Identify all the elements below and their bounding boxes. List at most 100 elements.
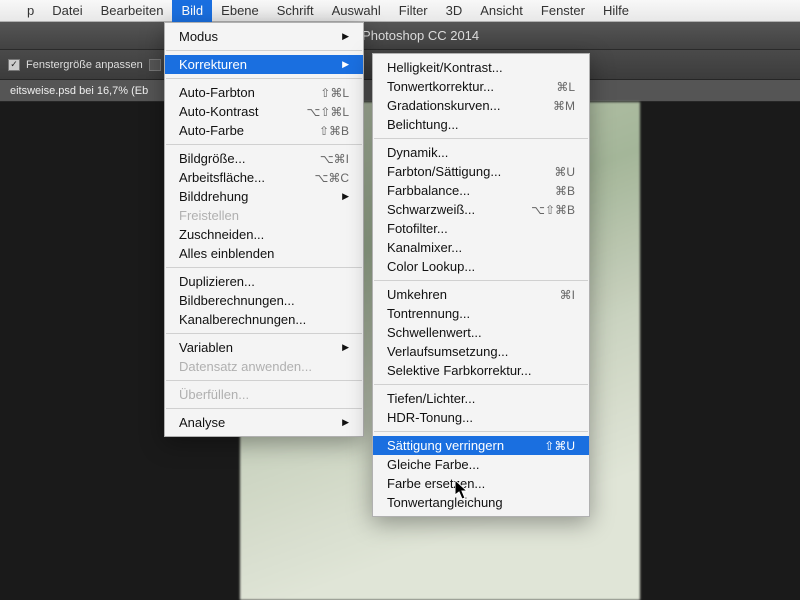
menubar-item-auswahl[interactable]: Auswahl — [323, 0, 390, 22]
menu-item-label: Variablen — [179, 340, 233, 355]
menu-bild-item[interactable]: Duplizieren... — [165, 272, 363, 291]
submenu-korrekturen-item[interactable]: Gleiche Farbe... — [373, 455, 589, 474]
menu-item-label: Farbbalance... — [387, 183, 470, 198]
menu-item-shortcut: ⇧⌘U — [544, 439, 575, 453]
menu-bild-item[interactable]: Kanalberechnungen... — [165, 310, 363, 329]
menu-item-label: Tonwertkorrektur... — [387, 79, 494, 94]
menu-item-shortcut: ⌥⇧⌘B — [531, 203, 575, 217]
submenu-korrekturen-separator — [374, 431, 588, 432]
submenu-korrekturen-item[interactable]: Kanalmixer... — [373, 238, 589, 257]
submenu-korrekturen-item[interactable]: Farbton/Sättigung... ⌘U — [373, 162, 589, 181]
menu-item-label: Korrekturen — [179, 57, 247, 72]
menubar-item-schrift[interactable]: Schrift — [268, 0, 323, 22]
menu-item-label: Sättigung verringern — [387, 438, 504, 453]
submenu-korrekturen-item[interactable]: Verlaufsumsetzung... — [373, 342, 589, 361]
document-tab-label: eitsweise.psd bei 16,7% (Eb — [10, 85, 148, 97]
submenu-korrekturen-item[interactable]: Sättigung verringern ⇧⌘U — [373, 436, 589, 455]
menu-bild-item: Datensatz anwenden... — [165, 357, 363, 376]
menu-bild-item[interactable]: Auto-Kontrast⌥⇧⌘L — [165, 102, 363, 121]
menu-item-label: Farbton/Sättigung... — [387, 164, 501, 179]
menu-bild-item: Freistellen — [165, 206, 363, 225]
menu-item-shortcut: ⌘U — [554, 165, 575, 179]
menubar-item-ansicht[interactable]: Ansicht — [471, 0, 532, 22]
submenu-korrekturen-item[interactable]: Farbbalance...⌘B — [373, 181, 589, 200]
menu-item-label: Zuschneiden... — [179, 227, 264, 242]
submenu-korrekturen-item[interactable]: Belichtung... — [373, 115, 589, 134]
menubar-item-datei[interactable]: Datei — [43, 0, 91, 22]
menu-item-label: Modus — [179, 29, 218, 44]
menu-item-label: Analyse — [179, 415, 225, 430]
menubar-item-fenster[interactable]: Fenster — [532, 0, 594, 22]
menubar-item-bild[interactable]: Bild — [172, 0, 212, 22]
menu-item-label: Belichtung... — [387, 117, 459, 132]
menu-bild-item[interactable]: Alles einblenden — [165, 244, 363, 263]
menu-bild-item[interactable]: Auto-Farbe⇧⌘B — [165, 121, 363, 140]
menubar-item-ebene[interactable]: Ebene — [212, 0, 268, 22]
menu-item-label: Überfüllen... — [179, 387, 249, 402]
submenu-korrekturen-item[interactable]: Schwellenwert... — [373, 323, 589, 342]
menu-bild-item[interactable]: Bilddrehung — [165, 187, 363, 206]
submenu-korrekturen-item[interactable]: Farbe ersetzen... — [373, 474, 589, 493]
menu-item-shortcut: ⌘M — [553, 99, 575, 113]
app-menu-fragment[interactable]: p — [18, 0, 43, 22]
menu-item-label: Kanalmixer... — [387, 240, 462, 255]
submenu-korrekturen-item[interactable]: HDR-Tonung... — [373, 408, 589, 427]
menu-bild-item[interactable]: Zuschneiden... — [165, 225, 363, 244]
menu-bild-item: Überfüllen... — [165, 385, 363, 404]
apple-menu[interactable] — [0, 0, 18, 22]
menubar-item-hilfe[interactable]: Hilfe — [594, 0, 638, 22]
menu-bild-separator — [166, 50, 362, 51]
menu-bild-item[interactable]: Modus — [165, 27, 363, 46]
submenu-korrekturen-item[interactable]: Tonwertangleichung — [373, 493, 589, 512]
submenu-korrekturen-item[interactable]: Dynamik... — [373, 143, 589, 162]
submenu-korrekturen-item[interactable]: Tonwertkorrektur...⌘L — [373, 77, 589, 96]
menu-item-label: Tontrennung... — [387, 306, 470, 321]
submenu-korrekturen-item[interactable]: Fotofilter... — [373, 219, 589, 238]
menu-bild-item[interactable]: Analyse — [165, 413, 363, 432]
submenu-korrekturen-item[interactable]: Tiefen/Lichter... — [373, 389, 589, 408]
submenu-korrekturen-item[interactable]: Gradationskurven... ⌘M — [373, 96, 589, 115]
menu-bild-item[interactable]: Korrekturen — [165, 55, 363, 74]
submenu-korrekturen-item[interactable]: Schwarzweiß...⌥⇧⌘B — [373, 200, 589, 219]
menu-item-label: Gleiche Farbe... — [387, 457, 480, 472]
submenu-korrekturen-item[interactable]: Selektive Farbkorrektur... — [373, 361, 589, 380]
menu-item-label: HDR-Tonung... — [387, 410, 473, 425]
menu-bild-item[interactable]: Auto-Farbton ⇧⌘L — [165, 83, 363, 102]
menubar-item-3d[interactable]: 3D — [437, 0, 472, 22]
menu-item-label: Bildgröße... — [179, 151, 245, 166]
menu-item-label: Gradationskurven... — [387, 98, 500, 113]
submenu-korrekturen-separator — [374, 280, 588, 281]
submenu-korrekturen-item[interactable]: Umkehren⌘I — [373, 285, 589, 304]
fit-window-checkbox[interactable]: ✓ — [8, 59, 20, 71]
submenu-korrekturen-separator — [374, 138, 588, 139]
menu-item-label: Selektive Farbkorrektur... — [387, 363, 532, 378]
submenu-korrekturen-item[interactable]: Tontrennung... — [373, 304, 589, 323]
menu-item-shortcut: ⇧⌘L — [320, 86, 349, 100]
menu-bild-item[interactable]: Bildgröße...⌥⌘I — [165, 149, 363, 168]
menu-item-label: Color Lookup... — [387, 259, 475, 274]
menu-item-label: Bilddrehung — [179, 189, 248, 204]
menu-item-label: Auto-Farbe — [179, 123, 244, 138]
menu-bild-item[interactable]: Bildberechnungen... — [165, 291, 363, 310]
menu-item-label: Bildberechnungen... — [179, 293, 295, 308]
menubar-item-bearbeiten[interactable]: Bearbeiten — [92, 0, 173, 22]
menu-item-label: Auto-Kontrast — [179, 104, 259, 119]
menu-item-label: Tiefen/Lichter... — [387, 391, 475, 406]
menu-bild-item[interactable]: Variablen — [165, 338, 363, 357]
menubar-item-filter[interactable]: Filter — [390, 0, 437, 22]
menu-item-label: Alles einblenden — [179, 246, 274, 261]
menu-bild-item[interactable]: Arbeitsfläche...⌥⌘C — [165, 168, 363, 187]
submenu-korrekturen-item[interactable]: Helligkeit/Kontrast... — [373, 58, 589, 77]
submenu-korrekturen: Helligkeit/Kontrast...Tonwertkorrektur..… — [372, 53, 590, 517]
menu-bild-separator — [166, 144, 362, 145]
menu-item-label: Datensatz anwenden... — [179, 359, 312, 374]
submenu-korrekturen-item[interactable]: Color Lookup... — [373, 257, 589, 276]
menu-bild-separator — [166, 408, 362, 409]
fit-window-label: Fenstergröße anpassen — [26, 59, 143, 71]
menu-item-label: Auto-Farbton — [179, 85, 255, 100]
menu-item-label: Schwellenwert... — [387, 325, 482, 340]
scale-checkbox[interactable] — [149, 59, 161, 71]
menu-bild-separator — [166, 267, 362, 268]
menu-item-label: Umkehren — [387, 287, 447, 302]
menu-item-label: Verlaufsumsetzung... — [387, 344, 508, 359]
